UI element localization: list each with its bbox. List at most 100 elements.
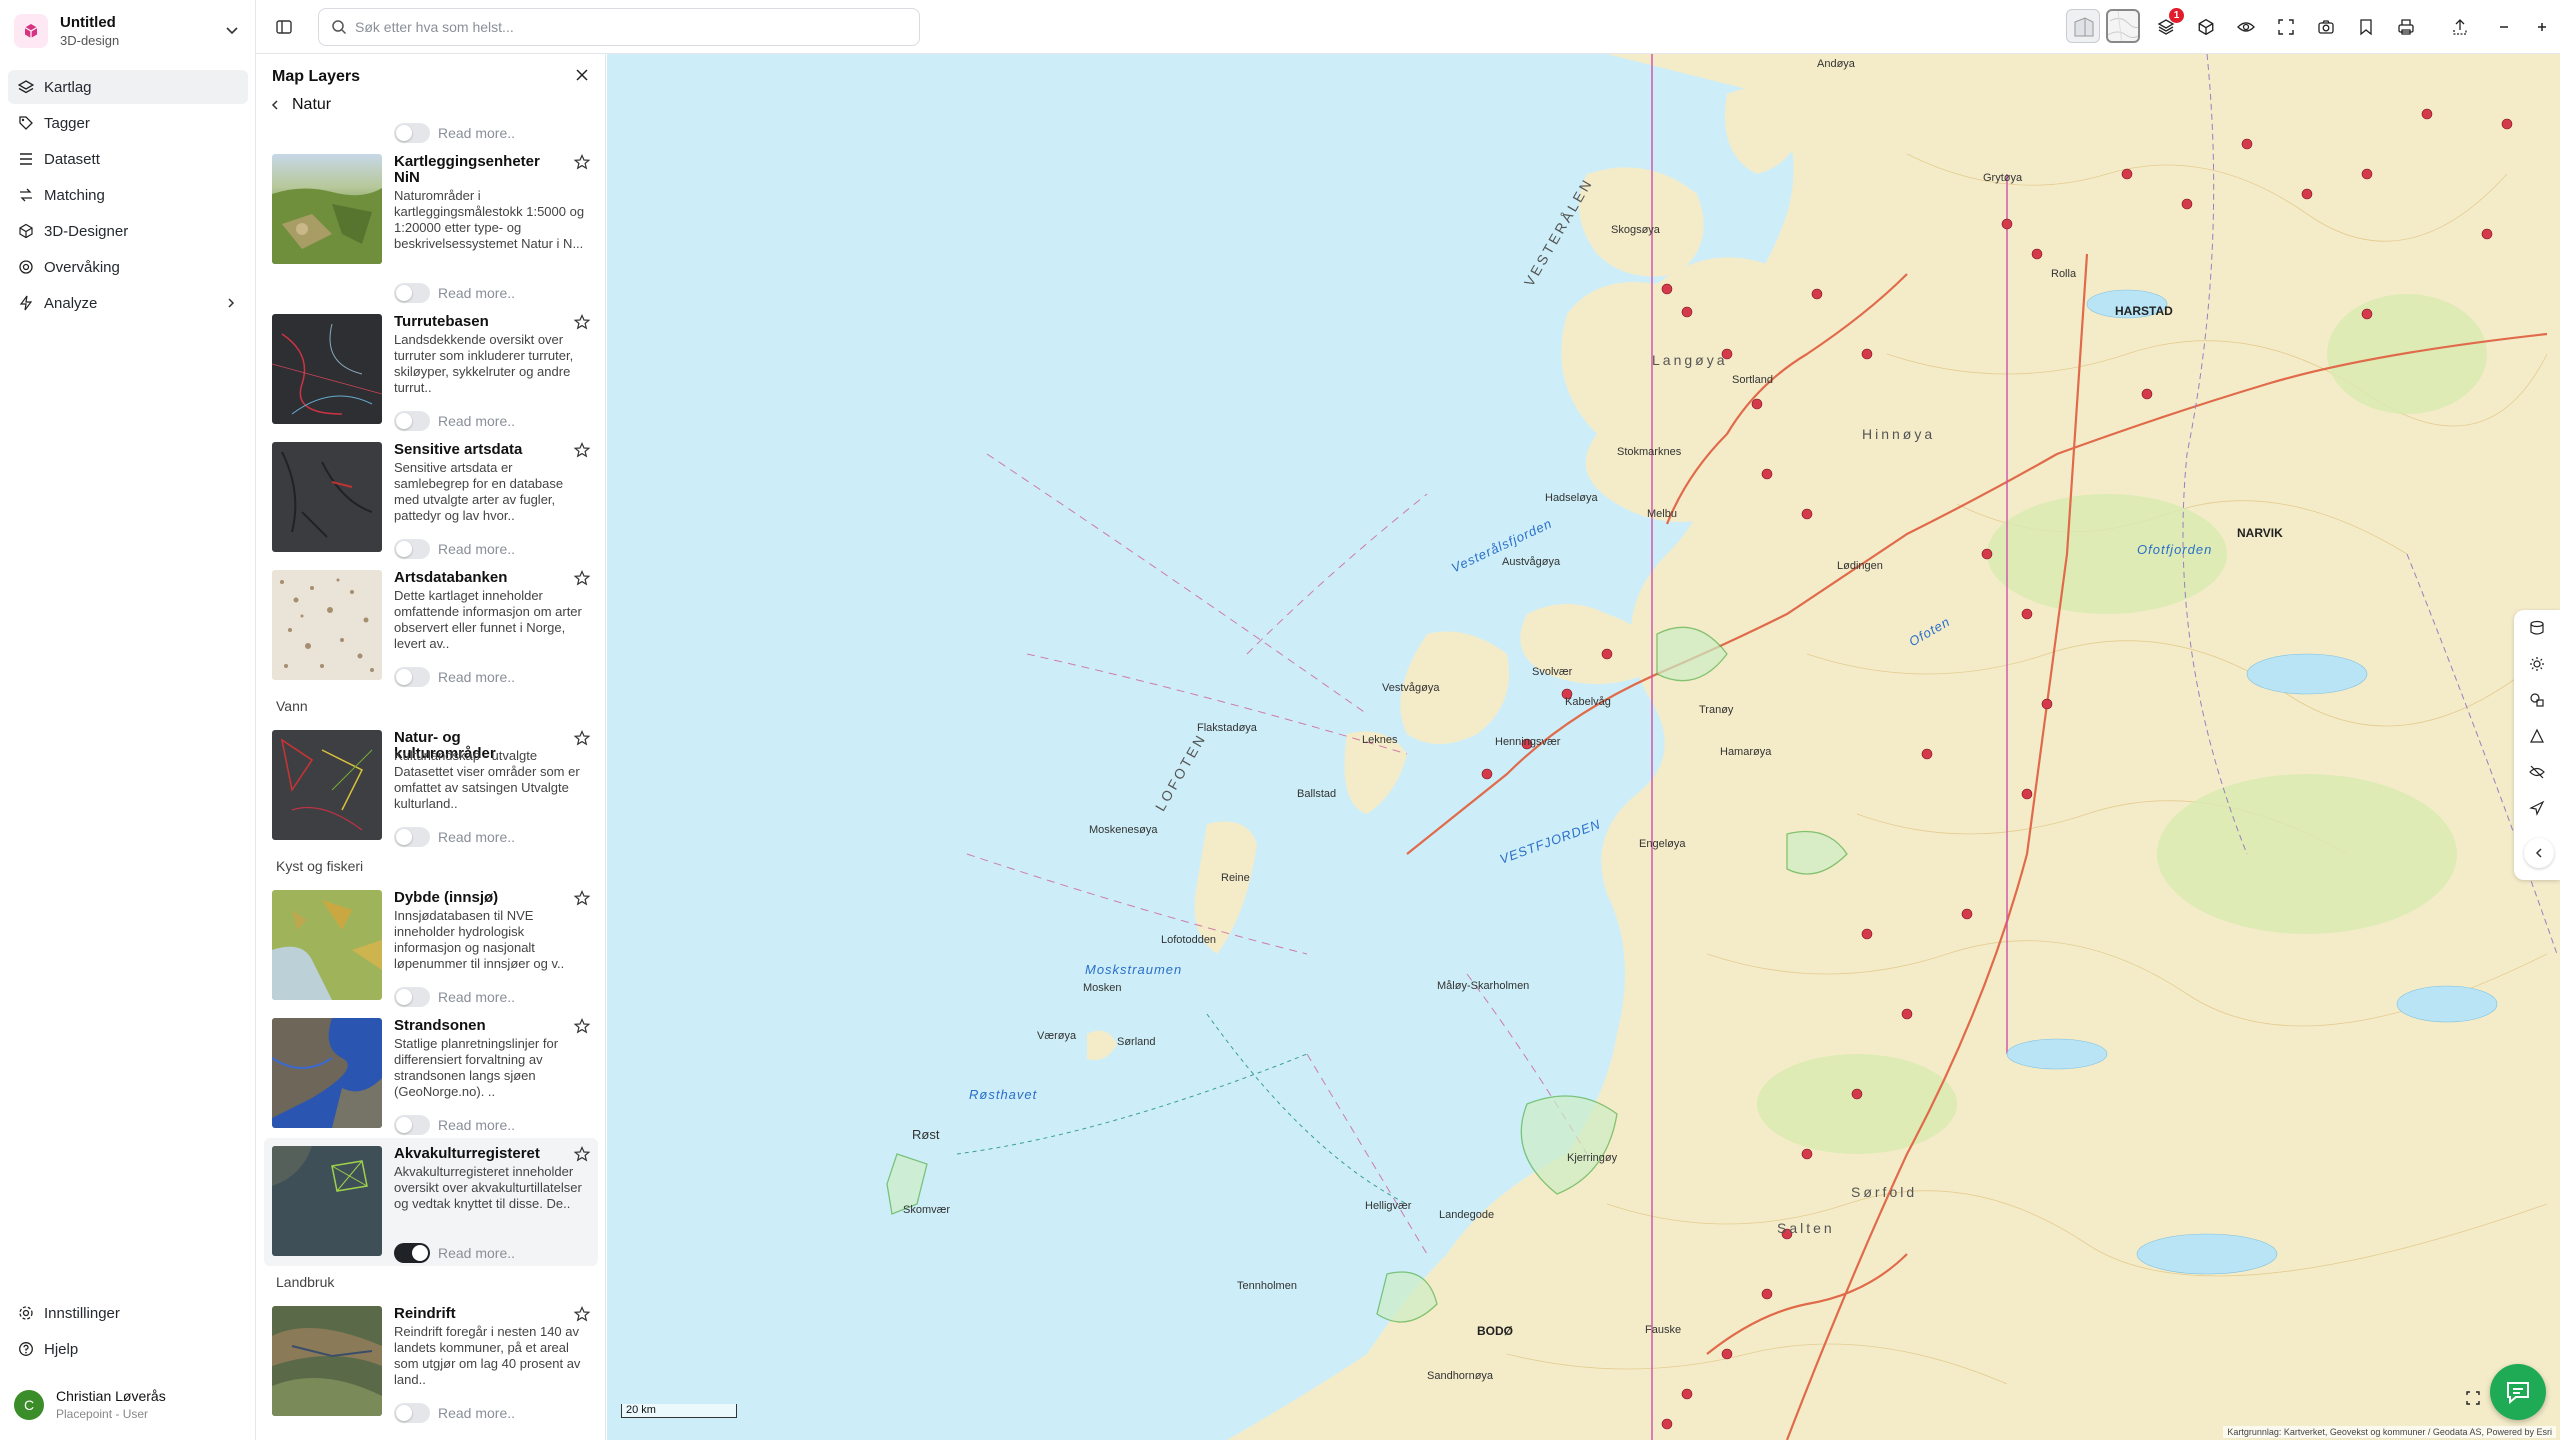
sidebar-toggle-button[interactable] [270,13,298,41]
layer-toggle[interactable] [394,987,430,1007]
top-bar: 1 [256,0,2560,54]
sidebar-icon [276,20,292,34]
read-more-link[interactable]: Read more.. [438,285,515,301]
layers-button[interactable]: 1 [2150,8,2184,43]
nav-item-kartlag[interactable]: Kartlag [8,70,248,104]
read-more-link[interactable]: Read more.. [438,829,515,845]
layer-description: Kulturlandskap - utvalgte Datasettet vis… [394,748,580,811]
map-label: Moskenesøya [1089,824,1158,836]
basemap-tool[interactable] [2514,610,2560,646]
nav-item-matching[interactable]: Matching [8,178,248,212]
map-label: Røst [912,1127,940,1142]
nav-item-3d-designer[interactable]: 3D-Designer [8,214,248,248]
minus-icon [2500,26,2508,28]
layer-toggle[interactable] [394,827,430,847]
layer-thumbnail [272,1018,382,1128]
shape-tool[interactable] [2514,682,2560,718]
layer-card[interactable]: Kartleggingsenheter NiN Naturområder i k… [264,146,598,306]
layer-card[interactable]: Sensitive artsdata Sensitive artsdata er… [264,434,598,562]
nav-item-analyze[interactable]: Analyze [8,286,248,320]
layer-toggle[interactable] [394,539,430,559]
light-tool[interactable] [2514,646,2560,682]
3d-view-button[interactable] [2190,11,2222,43]
project-switcher[interactable]: Untitled 3D-design [10,8,246,54]
section-header-kyst: Kyst og fiskeri [276,858,364,874]
camera-icon [2318,20,2334,34]
map-label: Andøya [1817,58,1855,70]
read-more-link[interactable]: Read more.. [438,1405,515,1421]
print-button[interactable] [2390,11,2422,43]
layer-title: Reindrift [394,1305,456,1322]
layer-title: Akvakulturregisteret [394,1145,540,1162]
nav-item-settings[interactable]: Innstillinger [8,1296,248,1330]
visibility-button[interactable] [2230,11,2262,43]
layer-toggle[interactable] [394,411,430,431]
nav-item-datasett[interactable]: Datasett [8,142,248,176]
shapes-icon [2530,693,2544,707]
layer-toggle[interactable] [394,1115,430,1135]
layer-thumbnail [272,1306,382,1416]
project-name: Untitled [60,14,116,31]
map-label: Austvågøya [1502,556,1561,568]
grid-icon[interactable] [2466,1391,2480,1410]
measure-tool[interactable] [2514,718,2560,754]
hide-tool[interactable] [2514,754,2560,790]
layer-toggle[interactable] [394,283,430,303]
project-icon [14,14,48,48]
layer-thumbnail [272,570,382,680]
zoom-out-button[interactable] [2488,11,2520,43]
layer-card[interactable]: Dybde (innsjø) Innsjødatabasen til NVE i… [264,882,598,1010]
notification-badge: 1 [2169,8,2184,23]
nav-item-tagger[interactable]: Tagger [8,106,248,140]
layer-thumbnail [272,730,382,840]
breadcrumb-label: Natur [292,96,332,113]
layer-toggle[interactable] [394,667,430,687]
nav-item-label: Datasett [44,150,100,168]
screenshot-button[interactable] [2310,11,2342,43]
read-more-link[interactable]: Read more.. [438,413,515,429]
basemap-map-option[interactable] [2106,9,2140,43]
search-input[interactable] [355,19,895,35]
layer-toggle[interactable] [394,123,430,143]
nav-item-overvaking[interactable]: Overvåking [8,250,248,284]
chat-button[interactable] [2490,1364,2546,1420]
collapse-tools-button[interactable] [2524,838,2554,868]
map-label: Langøya [1652,352,1728,368]
navigate-tool[interactable] [2514,790,2560,826]
triangle-icon [2530,728,2544,743]
layer-card[interactable]: Strandsonen Statlige planretningslinjer … [264,1010,598,1138]
read-more-link[interactable]: Read more.. [438,125,515,141]
user-profile[interactable]: C Christian Løverås Placepoint - User [14,1388,166,1421]
basemap-3d-option[interactable] [2066,9,2100,43]
fullscreen-button[interactable] [2270,11,2302,43]
chat-icon [2507,1382,2529,1405]
layer-description: Reindrift foregår i nesten 140 av landet… [394,1324,581,1387]
layer-toggle[interactable] [394,1243,430,1263]
read-more-link[interactable]: Read more.. [438,669,515,685]
close-button[interactable] [573,66,591,89]
read-more-link[interactable]: Read more.. [438,1245,515,1261]
layer-card[interactable]: Reindrift Reindrift foregår i nesten 140… [264,1298,598,1426]
layer-card[interactable]: Natur- og kulturområder Kulturlandskap -… [264,722,598,850]
nav-item-help[interactable]: Hjelp [8,1332,248,1366]
map-canvas[interactable]: Andøya VESTERÅLEN Langøya Hinnøya HARSTA… [607,54,2560,1440]
search-box[interactable] [318,8,920,46]
map-label: Melbu [1647,508,1677,520]
layer-card-selected[interactable]: Akvakulturregisteret Akvakulturregistere… [264,1138,598,1266]
read-more-link[interactable]: Read more.. [438,989,515,1005]
read-more-link[interactable]: Read more.. [438,541,515,557]
map-label: Hadseløya [1545,492,1598,504]
export-button[interactable] [2444,11,2476,43]
read-more-row: Read more.. [394,280,515,306]
layer-card[interactable]: Artsdatabanken Dette kartlaget inneholde… [264,562,598,690]
read-more-row: Read more.. [394,408,515,434]
layer-toggle[interactable] [394,1403,430,1423]
map-attribution: Kartgrunnlag: Kartverket, Geovekst og ko… [2223,1426,2556,1438]
read-more-link[interactable]: Read more.. [438,1117,515,1133]
star-icon[interactable] [573,154,591,175]
bookmark-button[interactable] [2350,11,2382,43]
layer-card[interactable]: Turrutebasen Landsdekkende oversikt over… [264,306,598,434]
matching-icon [20,188,32,202]
zoom-in-button[interactable] [2526,11,2558,43]
breadcrumb-back[interactable]: Natur [268,96,331,114]
